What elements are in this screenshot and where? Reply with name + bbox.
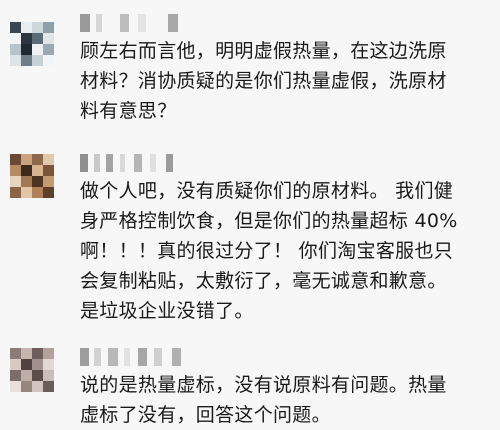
username-blurred[interactable] bbox=[80, 154, 180, 172]
comment-item: 做个人吧，没有质疑你们的原材料。 我们健 身严格控制饮食，但是你们的热量超标 4… bbox=[0, 140, 500, 340]
comment-text: 做个人吧，没有质疑你们的原材料。 我们健 身严格控制饮食，但是你们的热量超标 4… bbox=[80, 180, 458, 322]
avatar[interactable] bbox=[10, 22, 54, 66]
username-blurred[interactable] bbox=[80, 14, 190, 32]
username-blurred[interactable] bbox=[80, 348, 190, 366]
comment-item: 顾左右而言他，明明虚假热量，在这边洗原 材料？消协质疑的是你们热量虚假，洗原材 … bbox=[0, 0, 500, 140]
comment-item: 说的是热量虚标，没有说原料有问题。热量 虚标了没有，回答这个问题。 bbox=[0, 340, 500, 430]
comment-text: 说的是热量虚标，没有说原料有问题。热量 虚标了没有，回答这个问题。 bbox=[80, 374, 447, 426]
comment-text: 顾左右而言他，明明虚假热量，在这边洗原 材料？消协质疑的是你们热量虚假，洗原材 … bbox=[80, 40, 447, 122]
avatar[interactable] bbox=[10, 154, 54, 198]
avatar[interactable] bbox=[10, 348, 54, 392]
